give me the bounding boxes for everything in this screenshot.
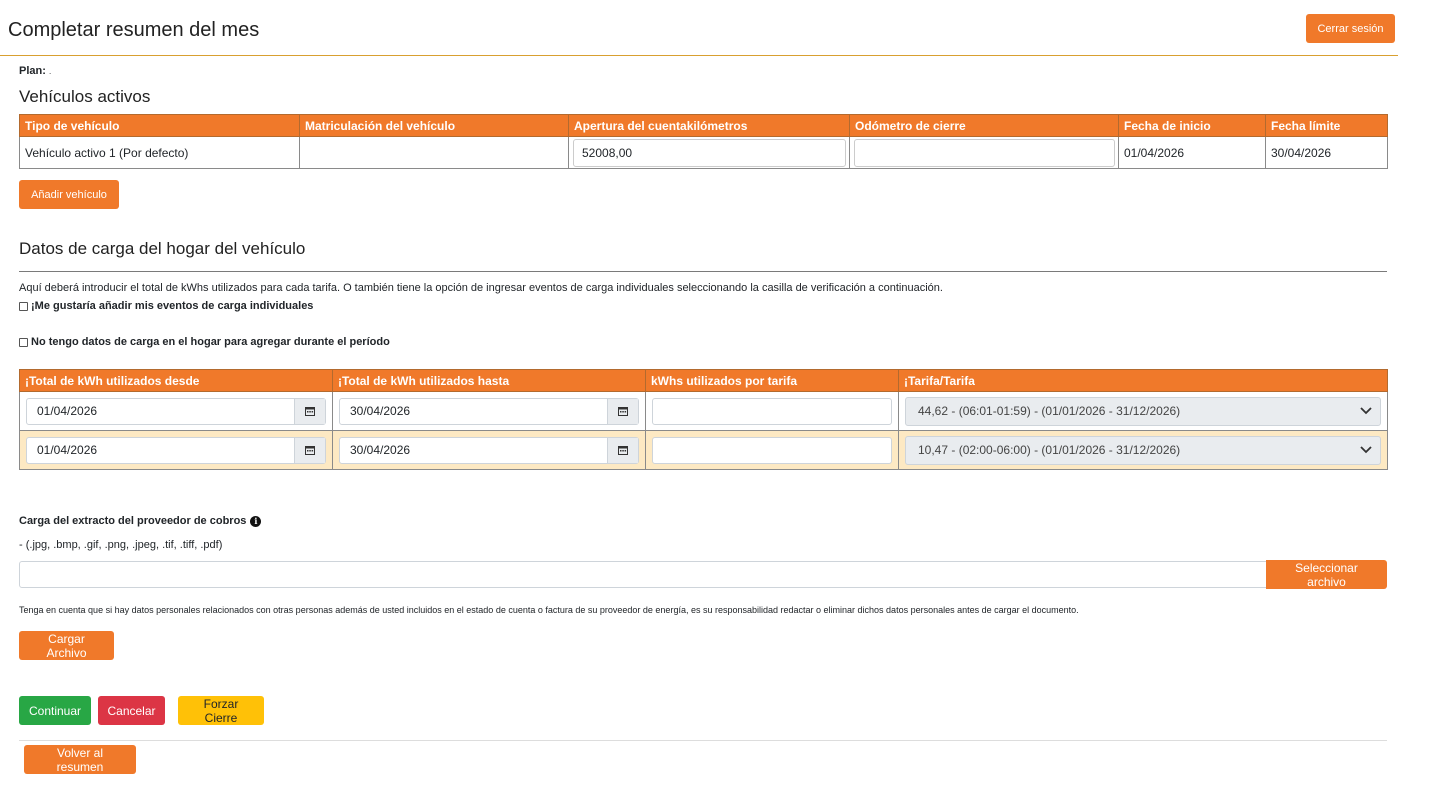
kwh-input[interactable] <box>652 436 892 464</box>
plan-label: Plan: <box>19 65 46 77</box>
page-header: Completar resumen del mes Cerrar sesión <box>0 0 1398 56</box>
calendar-icon[interactable] <box>607 437 638 463</box>
plan-info: Plan: . <box>19 65 51 77</box>
upload-title-text: Carga del extracto del proveedor de cobr… <box>19 515 247 527</box>
individual-events-option[interactable]: ¡Me gustaría añadir mis eventos de carga… <box>19 300 313 312</box>
info-icon[interactable]: i <box>250 515 262 527</box>
table-row: 01/04/2026 30/04/2026 10,47 - (02:00-06:… <box>19 430 1388 470</box>
upload-file-button[interactable]: Cargar Archivo <box>19 631 114 660</box>
column-header: ¡Tarifa/Tarifa <box>898 369 1388 392</box>
chevron-down-icon <box>1360 407 1372 415</box>
calendar-icon[interactable] <box>607 398 638 424</box>
vehicle-registration-cell <box>299 136 569 169</box>
column-header: Apertura del cuentakilómetros <box>568 114 850 137</box>
no-data-checkbox[interactable] <box>19 337 28 347</box>
column-header: Odómetro de cierre <box>849 114 1119 137</box>
vehicle-type-cell: Vehículo activo 1 (Por defecto) <box>19 136 300 169</box>
individual-events-checkbox[interactable] <box>19 301 28 311</box>
vehicles-table: Tipo de vehículo Matriculación del vehíc… <box>19 114 1388 169</box>
tariff-header-row: ¡Total de kWh utilizados desde ¡Total de… <box>19 369 1388 392</box>
odometer-open-cell: 52008,00 <box>568 136 850 169</box>
upload-title: Carga del extracto del proveedor de cobr… <box>19 515 262 527</box>
column-header: Matriculación del vehículo <box>299 114 569 137</box>
section-divider <box>19 271 1387 272</box>
kwh-input[interactable] <box>652 397 892 425</box>
table-row: 01/04/2026 30/04/2026 44,62 - (06:01-01:… <box>19 391 1388 431</box>
cancel-button[interactable]: Cancelar <box>98 696 165 725</box>
from-date-value: 01/04/2026 <box>37 443 98 457</box>
force-close-button[interactable]: Forzar Cierre <box>178 696 264 725</box>
no-data-label: No tengo datos de carga en el hogar para… <box>31 336 390 348</box>
vehicles-title: Vehículos activos <box>19 87 151 106</box>
tariff-select-value: 44,62 - (06:01-01:59) - (01/01/2026 - 31… <box>918 404 1181 418</box>
charging-intro: Aquí deberá introducir el total de kWhs … <box>19 282 943 294</box>
from-date-cell: 01/04/2026 <box>19 391 333 431</box>
column-header: Fecha límite <box>1265 114 1388 137</box>
page-title: Completar resumen del mes <box>8 19 260 41</box>
tariff-table: ¡Total de kWh utilizados desde ¡Total de… <box>19 369 1388 470</box>
to-date-input[interactable]: 30/04/2026 <box>339 436 639 464</box>
calendar-icon[interactable] <box>294 437 325 463</box>
select-file-button[interactable]: Seleccionar archivo <box>1266 560 1387 589</box>
column-header: kWhs utilizados por tarifa <box>645 369 899 392</box>
no-data-option[interactable]: No tengo datos de carga en el hogar para… <box>19 336 390 348</box>
charging-title: Datos de carga del hogar del vehículo <box>19 239 306 258</box>
start-date-cell: 01/04/2026 <box>1118 136 1266 169</box>
from-date-cell: 01/04/2026 <box>19 430 333 470</box>
kwh-cell <box>645 430 899 470</box>
tariff-select[interactable]: 44,62 - (06:01-01:59) - (01/01/2026 - 31… <box>905 396 1381 426</box>
tariff-cell: 10,47 - (02:00-06:00) - (01/01/2026 - 31… <box>898 430 1388 470</box>
column-header: Fecha de inicio <box>1118 114 1266 137</box>
plan-value: . <box>48 67 52 76</box>
privacy-note: Tenga en cuenta que si hay datos persona… <box>19 605 1079 615</box>
file-input[interactable] <box>19 561 1267 588</box>
odometer-open-input[interactable]: 52008,00 <box>573 138 846 167</box>
column-header: Tipo de vehículo <box>19 114 300 137</box>
to-date-value: 30/04/2026 <box>350 443 411 457</box>
chevron-down-icon <box>1360 446 1372 454</box>
vehicles-header-row: Tipo de vehículo Matriculación del vehíc… <box>19 114 1388 137</box>
from-date-value: 01/04/2026 <box>37 404 98 418</box>
odometer-close-input[interactable] <box>854 138 1115 167</box>
back-to-summary-button[interactable]: Volver al resumen <box>24 745 136 774</box>
bottom-divider <box>19 740 1387 741</box>
calendar-icon[interactable] <box>294 398 325 424</box>
tariff-select[interactable]: 10,47 - (02:00-06:00) - (01/01/2026 - 31… <box>905 435 1381 465</box>
logout-button[interactable]: Cerrar sesión <box>1306 14 1395 43</box>
from-date-input[interactable]: 01/04/2026 <box>26 436 326 464</box>
add-vehicle-button[interactable]: Añadir vehículo <box>19 180 119 209</box>
to-date-cell: 30/04/2026 <box>332 391 646 431</box>
column-header: ¡Total de kWh utilizados hasta <box>332 369 646 392</box>
to-date-input[interactable]: 30/04/2026 <box>339 397 639 425</box>
from-date-input[interactable]: 01/04/2026 <box>26 397 326 425</box>
kwh-cell <box>645 391 899 431</box>
end-date-cell: 30/04/2026 <box>1265 136 1388 169</box>
odometer-close-cell <box>849 136 1119 169</box>
tariff-cell: 44,62 - (06:01-01:59) - (01/01/2026 - 31… <box>898 391 1388 431</box>
file-types-hint: - (.jpg, .bmp, .gif, .png, .jpeg, .tif, … <box>19 539 223 551</box>
table-row: Vehículo activo 1 (Por defecto) 52008,00… <box>19 136 1388 169</box>
tariff-select-value: 10,47 - (02:00-06:00) - (01/01/2026 - 31… <box>918 443 1181 457</box>
to-date-cell: 30/04/2026 <box>332 430 646 470</box>
continue-button[interactable]: Continuar <box>19 696 91 725</box>
to-date-value: 30/04/2026 <box>350 404 411 418</box>
individual-events-label: ¡Me gustaría añadir mis eventos de carga… <box>31 300 314 312</box>
column-header: ¡Total de kWh utilizados desde <box>19 369 333 392</box>
